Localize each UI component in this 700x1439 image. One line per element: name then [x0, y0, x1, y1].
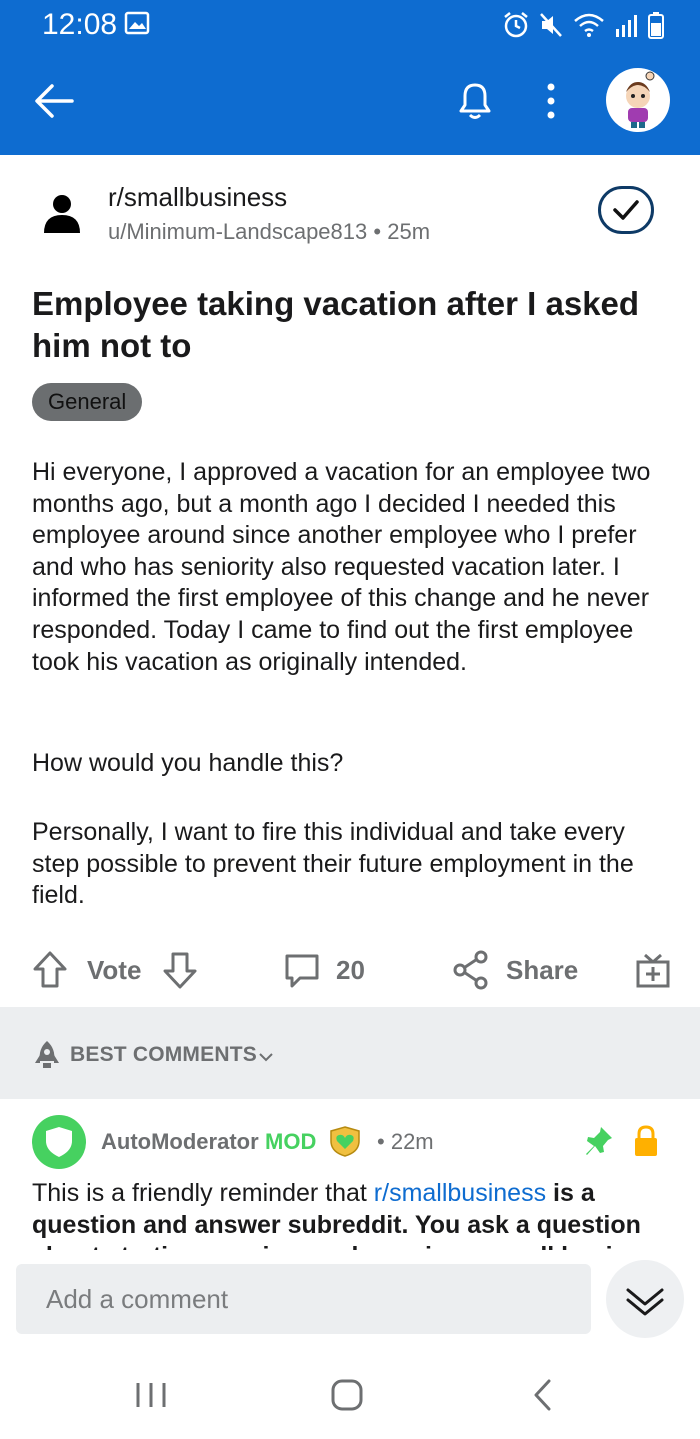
double-chevron-down-icon — [626, 1288, 664, 1316]
gift-icon — [636, 953, 670, 988]
post-age: 25m — [387, 219, 431, 244]
app-header: 12:08 — [0, 0, 700, 155]
share-label[interactable]: Share — [506, 946, 578, 994]
comment-author[interactable]: AutoModerator — [101, 1129, 259, 1155]
automod-avatar[interactable] — [32, 1115, 86, 1169]
signal-icon — [616, 15, 637, 37]
battery-icon — [648, 12, 664, 39]
time-separator: • — [377, 1129, 385, 1154]
alarm-icon — [504, 12, 528, 38]
add-comment-input[interactable] — [16, 1264, 591, 1334]
pin-icon — [586, 1127, 612, 1155]
system-nav-bar — [0, 1350, 700, 1439]
back-arrow-icon[interactable] — [30, 77, 78, 125]
status-icons — [502, 8, 664, 42]
user-silhouette-icon[interactable] — [40, 191, 84, 235]
downvote-button[interactable] — [160, 946, 200, 994]
shield-icon — [46, 1127, 72, 1157]
subreddit-link[interactable]: r/smallbusiness — [108, 182, 287, 213]
comment-text-prefix: This is a friendly reminder that — [32, 1179, 374, 1207]
post-body-paragraph: How would you handle this? — [32, 749, 344, 777]
comment-age: 22m — [390, 1129, 434, 1154]
recent-apps-icon[interactable] — [134, 1380, 168, 1410]
downvote-arrow-icon — [163, 952, 197, 989]
comment-bubble-icon — [285, 954, 319, 988]
check-icon — [613, 200, 639, 220]
byline-separator: • — [373, 219, 382, 244]
comment-subreddit-link[interactable]: r/smallbusiness — [374, 1179, 546, 1207]
comment-body: This is a friendly reminder that r/small… — [32, 1178, 672, 1250]
upvote-button[interactable] — [30, 946, 70, 994]
comment-count: 20 — [336, 954, 365, 985]
post-body-paragraph: Hi everyone, I approved a vacation for a… — [32, 458, 651, 676]
share-button[interactable] — [452, 946, 490, 994]
post-actions: Vote 20 Share — [0, 940, 700, 1000]
chevron-down-icon — [259, 1053, 273, 1062]
mute-icon — [540, 13, 562, 37]
bell-icon[interactable] — [453, 77, 497, 125]
mod-tag: MOD — [265, 1129, 317, 1154]
sort-label[interactable]: BEST COMMENTS — [70, 1043, 257, 1067]
next-comment-button[interactable] — [606, 1260, 684, 1338]
comments-button[interactable] — [282, 946, 322, 994]
more-options-icon[interactable] — [535, 77, 567, 125]
wifi-icon — [574, 13, 604, 37]
post-header: r/smallbusiness u/Minimum-Landscape813 •… — [0, 155, 700, 275]
system-back-icon[interactable] — [532, 1378, 554, 1412]
snoo-avatar-icon — [626, 71, 655, 128]
comment-sort-bar[interactable]: BEST COMMENTS — [0, 1007, 700, 1099]
post-author[interactable]: u/Minimum-Landscape813 — [108, 219, 367, 244]
post-body-paragraph: Personally, I want to fire this individu… — [32, 818, 634, 910]
post-byline: u/Minimum-Landscape813 • 25m — [108, 219, 430, 245]
rocket-icon — [35, 1041, 59, 1068]
status-bar: 12:08 — [0, 0, 700, 50]
post-flair[interactable]: General — [32, 383, 143, 421]
share-icon — [453, 950, 488, 990]
comment-time: • 22m — [377, 1129, 434, 1155]
heart-shield-badge-icon — [330, 1126, 360, 1157]
home-icon[interactable] — [330, 1378, 364, 1412]
status-time: 12:08 — [42, 8, 118, 41]
post-title: Employee taking vacation after I asked h… — [32, 285, 640, 364]
upvote-arrow-icon — [33, 951, 67, 988]
gallery-icon — [124, 11, 150, 35]
joined-button[interactable] — [598, 186, 654, 234]
award-button[interactable] — [634, 946, 672, 994]
user-avatar[interactable] — [606, 68, 670, 132]
vote-label: Vote — [87, 954, 142, 985]
lock-icon — [635, 1125, 657, 1156]
